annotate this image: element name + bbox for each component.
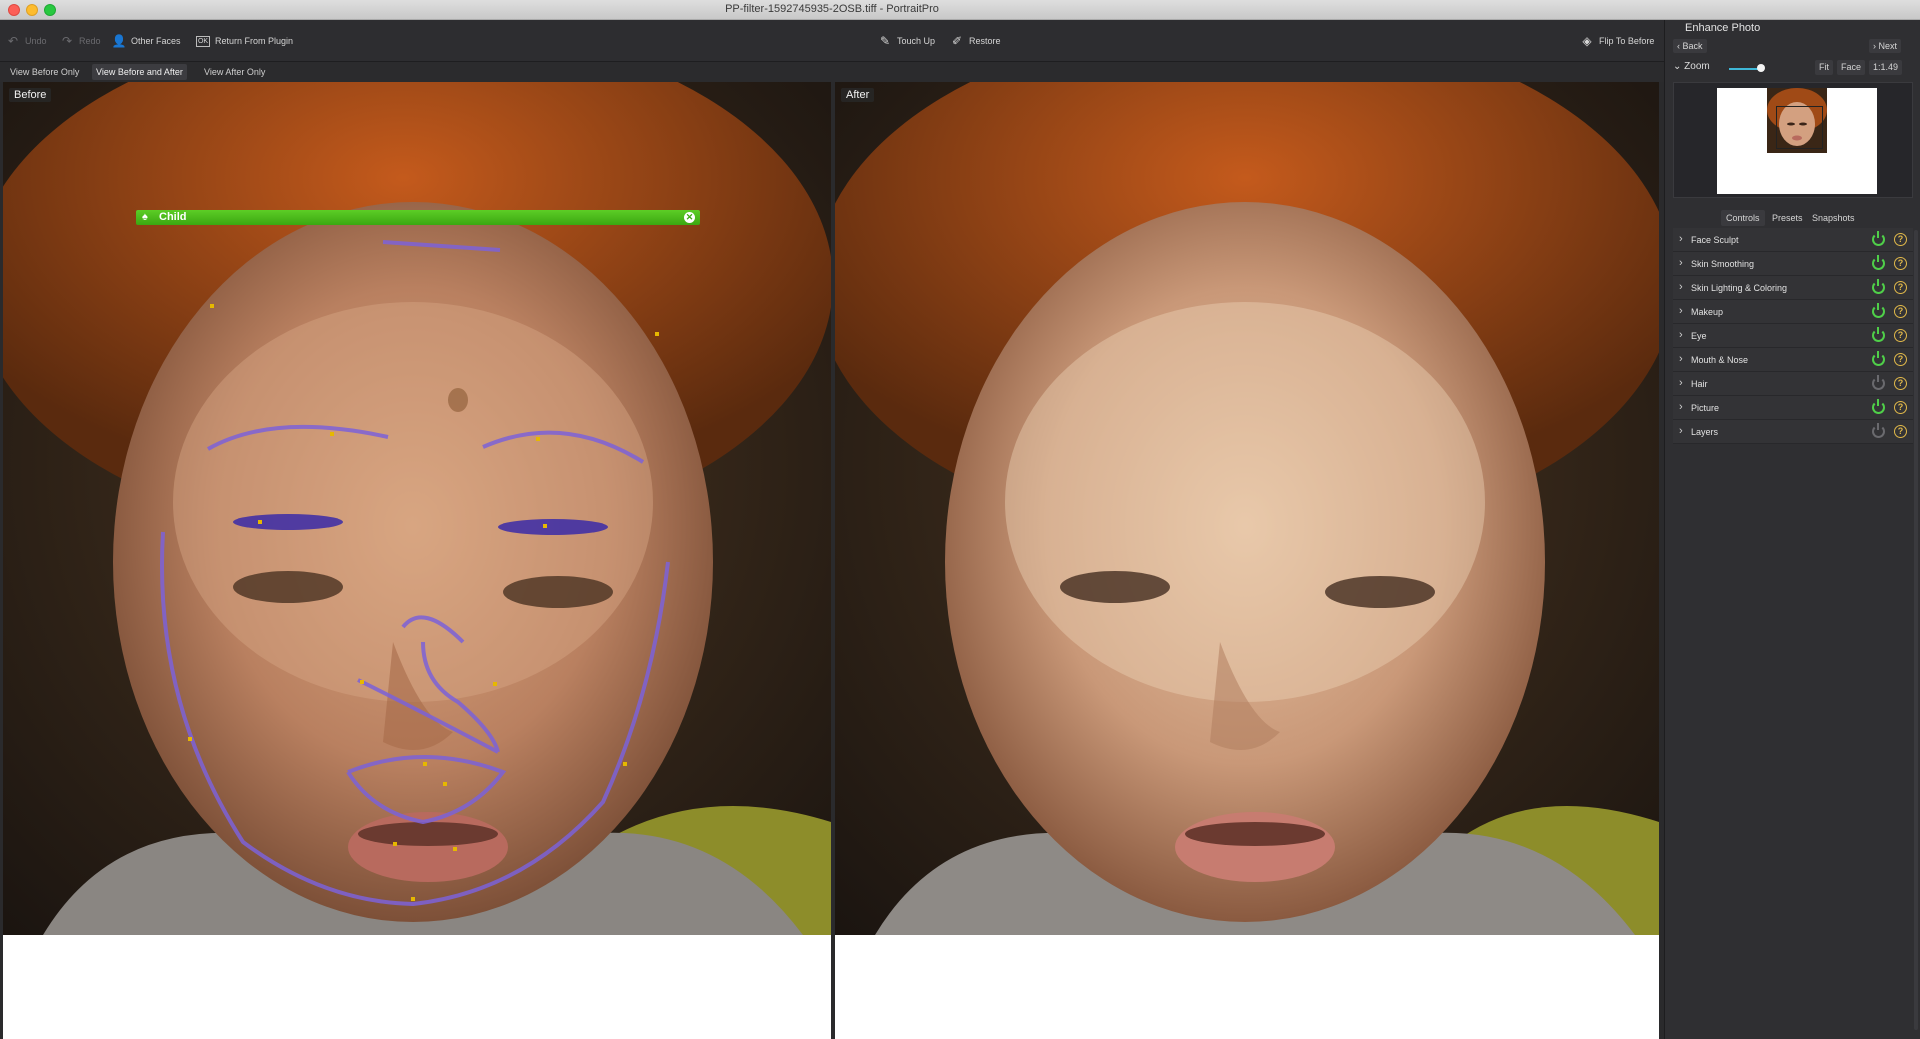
power-icon[interactable] [1872,327,1885,342]
power-icon[interactable] [1872,231,1885,246]
help-icon[interactable]: ? [1894,281,1907,294]
flip-to-before-button[interactable]: ◈ Flip To Before [1580,32,1654,50]
tab-view-before-and-after[interactable]: View Before and After [92,64,187,80]
face-label-bar[interactable]: ♠ Child ✕ [136,210,700,225]
zoom-toggle[interactable]: ⌄ Zoom [1673,61,1710,72]
control-layers[interactable]: › Layers ? [1673,420,1913,444]
control-hair[interactable]: › Hair ? [1673,372,1913,396]
help-icon[interactable]: ? [1894,233,1907,246]
after-photo[interactable]: After [835,82,1659,935]
zoom-ratio-button[interactable]: 1:1.49 [1869,60,1903,75]
chevron-down-icon: ⌄ [1673,61,1685,72]
panel-title: Enhance Photo [1685,22,1761,34]
view-mode-tabs: View Before Only View Before and After V… [0,62,1664,82]
next-button[interactable]: › Next [1869,39,1902,53]
after-photo-image [835,82,1659,935]
control-skin-smoothing[interactable]: › Skin Smoothing ? [1673,252,1913,276]
power-icon[interactable] [1872,399,1885,414]
controls-list: › Face Sculpt ? › Skin Smoothing ? › Ski… [1673,228,1913,444]
help-icon[interactable]: ? [1894,257,1907,270]
back-button[interactable]: ‹ Back [1673,39,1707,53]
layers-flip-icon: ◈ [1582,34,1592,48]
control-makeup[interactable]: › Makeup ? [1673,300,1913,324]
help-icon[interactable]: ? [1894,305,1907,318]
tab-view-after-only[interactable]: View After Only [200,64,269,80]
power-icon[interactable] [1872,279,1885,294]
before-photo[interactable]: Before ♠ Child ✕ [3,82,831,935]
help-icon[interactable]: ? [1894,425,1907,438]
power-icon[interactable] [1872,303,1885,318]
chevron-right-icon: › [1679,305,1683,317]
redo-button[interactable]: ↷ Redo [60,32,101,50]
enhance-photo-panel: Enhance Photo ‹ Back › Next ⌄ Zoom Fit F… [1664,20,1920,1039]
zoom-fit-button[interactable]: Fit [1815,60,1833,75]
chevron-right-icon: › [1679,233,1683,245]
workspace: ↶ Undo ↷ Redo 👤 Other Faces OK Return From P… [0,20,1664,1039]
panel-scrollbar[interactable] [1914,230,1918,1030]
power-icon[interactable] [1872,255,1885,270]
undo-icon: ↶ [7,34,19,48]
navigator-viewport[interactable] [1776,106,1823,149]
zoom-slider-handle[interactable] [1757,64,1765,72]
plugin-return-icon: OK [196,35,210,47]
chevron-right-icon: › [1679,329,1683,341]
power-icon[interactable] [1872,423,1885,438]
undo-button[interactable]: ↶ Undo [6,32,47,50]
zoom-section: ⌄ Zoom Fit Face 1:1.49 [1673,60,1913,76]
tab-controls[interactable]: Controls [1721,210,1765,226]
help-icon[interactable]: ? [1894,329,1907,342]
before-label: Before [9,88,52,102]
close-icon[interactable]: ✕ [684,212,695,223]
chevron-right-icon: › [1679,425,1683,437]
panel-tabs: Controls Presets Snapshots [1671,210,1915,226]
after-label: After [841,88,875,102]
tab-presets[interactable]: Presets [1767,210,1808,226]
restore-button[interactable]: ✐ Restore [950,32,1001,50]
main-toolbar: ↶ Undo ↷ Redo 👤 Other Faces OK Return From P… [0,20,1664,62]
control-face-sculpt[interactable]: › Face Sculpt ? [1673,228,1913,252]
help-icon[interactable]: ? [1894,377,1907,390]
window-titlebar: PP-filter-1592745935-2OSB.tiff - Portrai… [0,0,1920,20]
chevron-right-icon: › [1679,353,1683,365]
zoom-face-button[interactable]: Face [1837,60,1866,75]
touch-up-button[interactable]: ✎ Touch Up [878,32,935,50]
control-skin-lighting-coloring[interactable]: › Skin Lighting & Coloring ? [1673,276,1913,300]
before-pane[interactable]: Before ♠ Child ✕ [3,82,831,1039]
chevron-right-icon: › [1679,257,1683,269]
face-tag-icon: ♠ [142,211,148,223]
face-label-name: Child [159,211,187,223]
zoom-slider-track[interactable] [1729,68,1759,70]
chevron-right-icon: › [1679,401,1683,413]
restore-brush-icon: ✐ [951,34,963,48]
help-icon[interactable]: ? [1894,401,1907,414]
chevron-right-icon: › [1679,377,1683,389]
power-icon[interactable] [1872,375,1885,390]
navigator-thumbnail[interactable] [1717,88,1877,194]
tab-snapshots[interactable]: Snapshots [1807,210,1860,226]
return-from-plugin-button[interactable]: OK Return From Plugin [196,32,293,50]
control-picture[interactable]: › Picture ? [1673,396,1913,420]
after-pane[interactable]: After [835,82,1659,1039]
window-title: PP-filter-1592745935-2OSB.tiff - Portrai… [725,3,939,15]
power-icon[interactable] [1872,351,1885,366]
control-mouth-nose[interactable]: › Mouth & Nose ? [1673,348,1913,372]
person-add-icon: 👤 [111,34,127,48]
brush-icon: ✎ [879,34,891,48]
navigator-box [1673,82,1913,198]
tab-view-before-only[interactable]: View Before Only [6,64,83,80]
chevron-right-icon: › [1679,281,1683,293]
other-faces-button[interactable]: 👤 Other Faces [112,32,181,50]
help-icon[interactable]: ? [1894,353,1907,366]
redo-icon: ↷ [61,34,73,48]
control-eye[interactable]: › Eye ? [1673,324,1913,348]
